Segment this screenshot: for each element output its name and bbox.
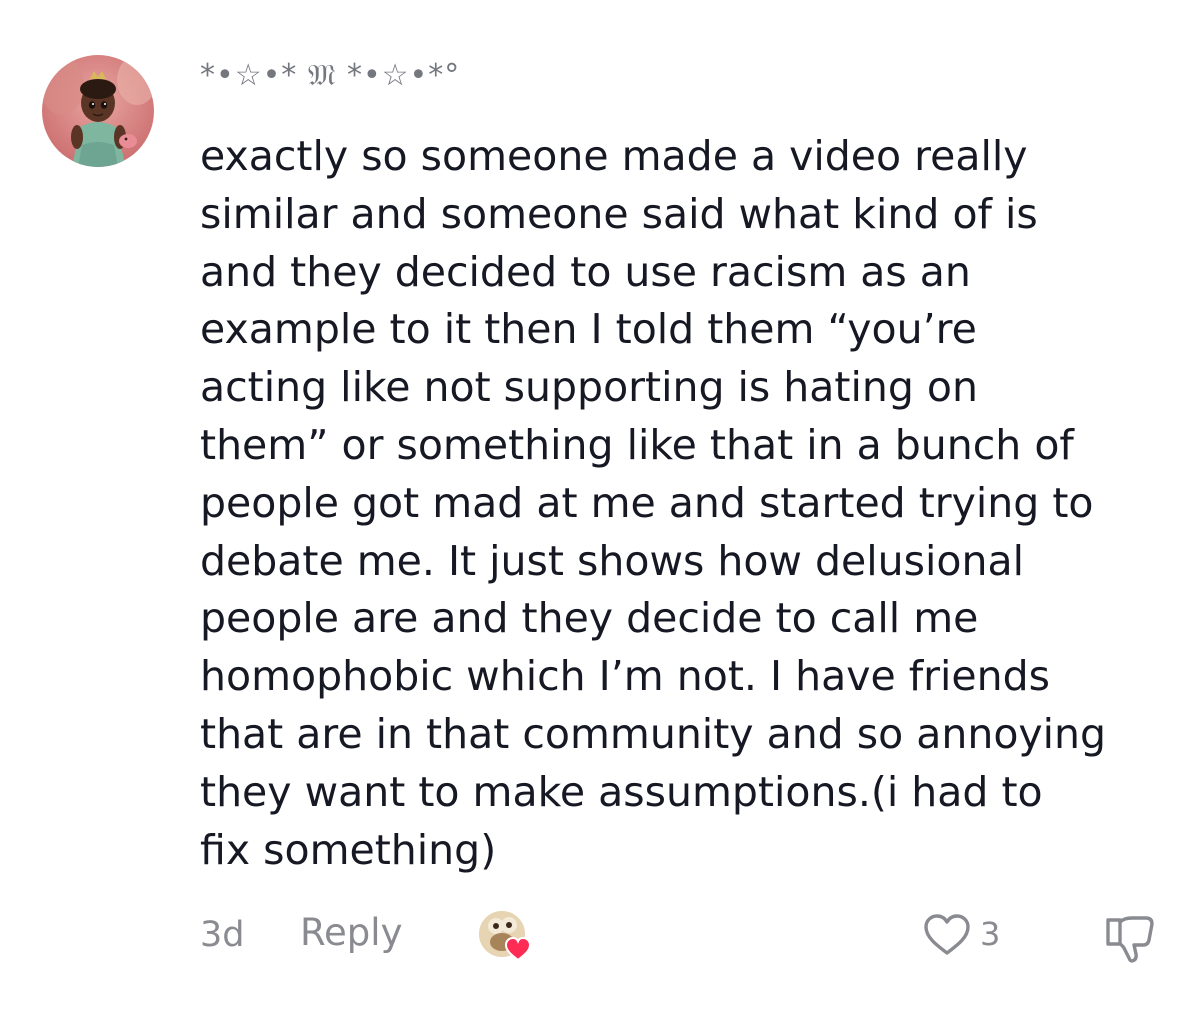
reply-button[interactable]: Reply xyxy=(300,911,402,954)
comment-text: exactly so someone made a video really s… xyxy=(200,132,1107,874)
like-button[interactable]: 3 xyxy=(922,912,1000,956)
creator-liked-heart-icon xyxy=(472,908,542,966)
comment-username[interactable]: *•☆•* 𝔐 *•☆•*° xyxy=(200,58,460,93)
thumbs-down-icon xyxy=(1106,916,1154,963)
dislike-button[interactable] xyxy=(1102,910,1158,966)
user-avatar[interactable] xyxy=(42,55,154,167)
comment-item: *•☆•* 𝔐 *•☆•*° exactly so someone made a… xyxy=(0,0,1200,1010)
comment-timestamp: 3d xyxy=(200,915,245,955)
heart-outline-icon xyxy=(924,914,970,955)
like-count: 3 xyxy=(980,915,1001,953)
avatar-image xyxy=(42,55,154,167)
